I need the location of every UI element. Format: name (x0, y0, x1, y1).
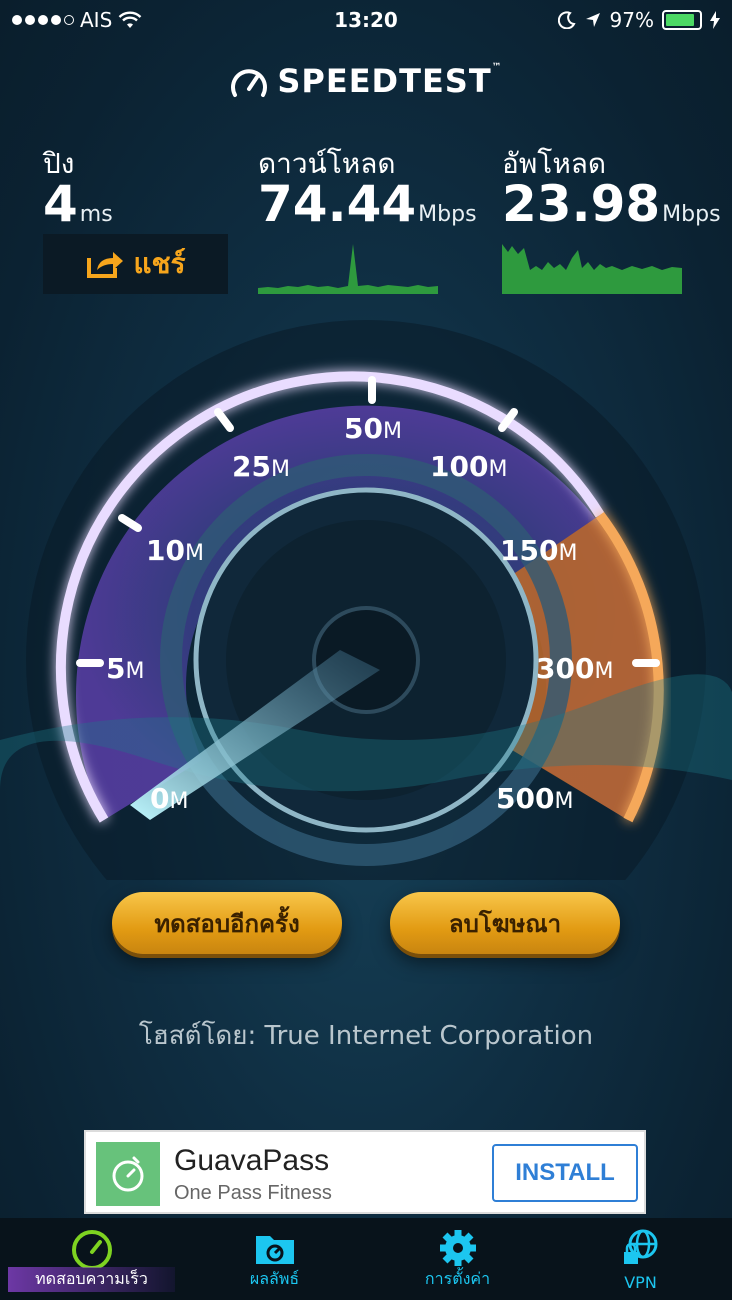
tab-vpn[interactable]: VPN (549, 1218, 732, 1300)
tab-results[interactable]: ผลลัพธ์ (183, 1218, 366, 1300)
moon-icon (557, 11, 576, 29)
charging-bolt-icon (710, 11, 720, 29)
gear-icon (439, 1230, 476, 1266)
upload-value-group: 23.98Mbps (502, 175, 721, 233)
battery-percent: 97% (609, 8, 654, 32)
tab-settings-label: การตั้งค่า (424, 1269, 491, 1288)
ad-install-button[interactable]: INSTALL (492, 1144, 638, 1202)
host-info: โฮสต์โดย: True Internet Corporation (138, 1021, 594, 1051)
tab-results-label: ผลลัพธ์ (249, 1269, 300, 1288)
download-value-group: 74.44Mbps (258, 175, 477, 233)
remove-ads-button[interactable]: ลบโฆษณา (390, 892, 620, 954)
test-again-button[interactable]: ทดสอบอีกครั้ง (112, 892, 342, 954)
tab-speedtest-label: ทดสอบความเร็ว (8, 1267, 175, 1292)
status-bar: AIS 13:20 97% (0, 0, 732, 40)
ping-value: 4 (43, 175, 78, 233)
location-arrow-icon (585, 13, 600, 27)
ad-banner[interactable]: GuavaPass One Pass Fitness INSTALL (84, 1130, 646, 1214)
vpn-globe-icon (623, 1229, 657, 1264)
tab-vpn-label: VPN (624, 1273, 657, 1292)
share-button[interactable]: แชร์ (43, 234, 228, 294)
tab-speedtest[interactable]: ทดสอบความเร็ว (0, 1218, 183, 1300)
download-unit: Mbps (418, 202, 477, 227)
share-arrow-icon (87, 252, 124, 278)
battery-icon (662, 10, 702, 30)
app-logo: SPEEDTEST™ (0, 62, 732, 101)
guavapass-app-icon (96, 1142, 160, 1206)
upload-sparkline (502, 244, 682, 294)
download-sparkline (258, 244, 438, 294)
results-folder-icon (255, 1236, 294, 1264)
share-label: แชร์ (133, 247, 186, 280)
speedometer-logo-icon (231, 69, 268, 97)
upload-value: 23.98 (502, 175, 661, 233)
ping-value-group: 4ms (43, 175, 113, 233)
ping-unit: ms (79, 202, 113, 227)
app-title: SPEEDTEST (277, 62, 492, 100)
tab-settings[interactable]: การตั้งค่า (366, 1218, 549, 1300)
trademark: ™ (491, 62, 503, 73)
ad-subtitle: One Pass Fitness (174, 1182, 332, 1204)
speed-gauge: 0M 5M 10M 25M 50M 100M 150M 300M 500M (0, 320, 732, 880)
stopwatch-icon (112, 1156, 144, 1192)
ad-title: GuavaPass (174, 1144, 330, 1177)
tab-bar: ทดสอบความเร็ว ผลลัพธ์ การตั้งค่า VPN (0, 1218, 732, 1300)
download-value: 74.44 (258, 175, 417, 233)
speedometer-icon (71, 1230, 112, 1268)
upload-unit: Mbps (662, 202, 721, 227)
status-right: 97% (557, 8, 720, 32)
